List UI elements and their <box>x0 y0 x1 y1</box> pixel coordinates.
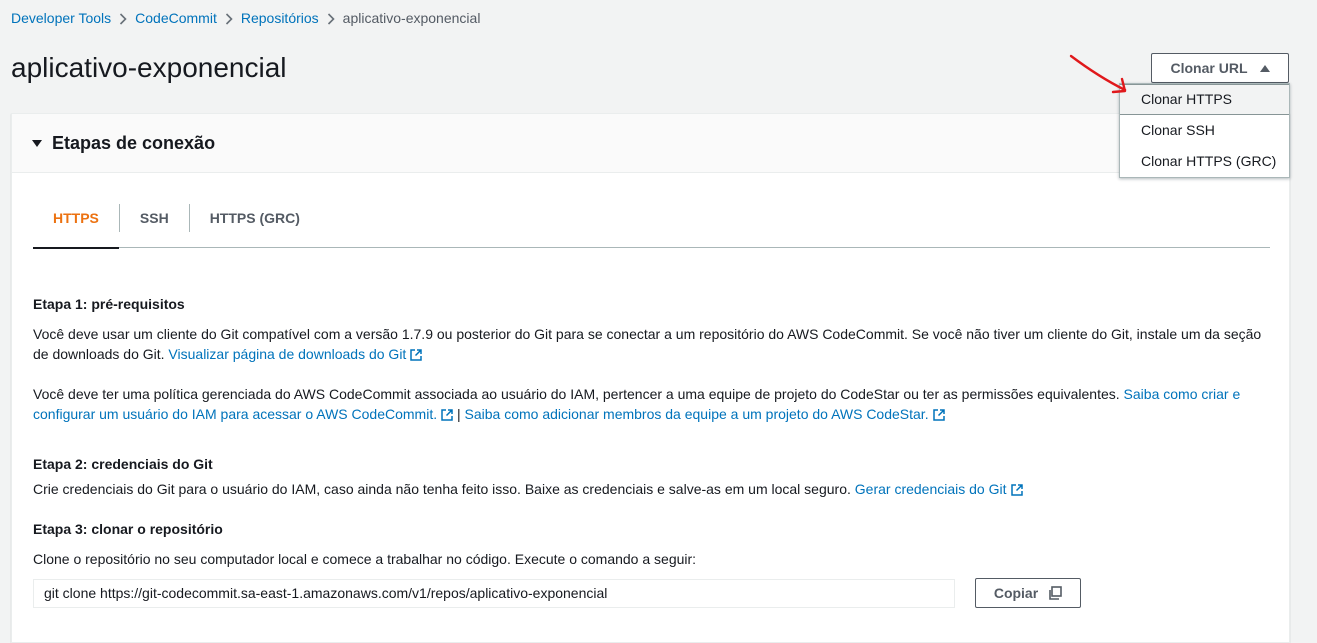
protocol-tabs: HTTPS SSH HTTPS (GRC) <box>33 198 1270 249</box>
caret-up-icon <box>1259 64 1270 72</box>
codestar-members-link-label: Saiba como adicionar membros da equipe a… <box>464 406 929 422</box>
page-title: aplicativo-exponencial <box>11 52 287 83</box>
external-link-icon <box>1010 484 1023 496</box>
copy-button[interactable]: Copiar <box>975 578 1081 608</box>
clone-url-menu: Clonar HTTPS Clonar SSH Clonar HTTPS (GR… <box>1119 83 1290 178</box>
step1-p2-text: Você deve ter uma política gerenciada do… <box>33 386 1120 402</box>
step1-title: Etapa 1: pré-requisitos <box>33 296 185 312</box>
menu-item-clone-https[interactable]: Clonar HTTPS <box>1120 84 1289 115</box>
breadcrumb-developer-tools[interactable]: Developer Tools <box>11 10 111 26</box>
tab-https-grc[interactable]: HTTPS (GRC) <box>190 198 320 248</box>
clone-url-label: Clonar URL <box>1170 60 1248 76</box>
external-link-icon <box>441 409 453 421</box>
step1-paragraph-2: Você deve ter uma política gerenciada do… <box>33 384 1263 424</box>
step3-title: Etapa 3: clonar o repositório <box>33 521 223 537</box>
step2-text: Crie credenciais do Git para o usuário d… <box>33 481 851 497</box>
chevron-right-icon <box>319 10 343 26</box>
git-credentials-link-label: Gerar credenciais do Git <box>854 481 1007 497</box>
step1-paragraph-1: Você deve usar um cliente do Git compatí… <box>33 324 1263 364</box>
tab-ssh[interactable]: SSH <box>120 198 189 248</box>
chevron-right-icon <box>111 10 135 26</box>
breadcrumb-current: aplicativo-exponencial <box>342 10 481 26</box>
breadcrumb: Developer Tools CodeCommit Repositórios … <box>11 10 480 26</box>
panel-header[interactable]: Etapas de conexão <box>12 114 1289 173</box>
link-separator: | <box>456 406 461 422</box>
breadcrumb-codecommit[interactable]: CodeCommit <box>135 10 217 26</box>
panel-title: Etapas de conexão <box>52 132 216 153</box>
connection-steps-panel: Etapas de conexão HTTPS SSH HTTPS (GRC) … <box>11 113 1290 643</box>
step2-paragraph: Crie credenciais do Git para o usuário d… <box>33 479 1263 499</box>
clone-url-button[interactable]: Clonar URL <box>1151 53 1289 83</box>
external-link-icon <box>410 349 423 361</box>
chevron-right-icon <box>217 10 241 26</box>
copy-icon <box>1049 586 1062 600</box>
git-downloads-link[interactable]: Visualizar página de downloads do Git <box>168 346 423 362</box>
tab-https[interactable]: HTTPS <box>33 198 119 249</box>
step3-text: Clone o repositório no seu computador lo… <box>33 551 697 567</box>
codestar-members-link[interactable]: Saiba como adicionar membros da equipe a… <box>465 406 945 422</box>
git-downloads-link-label: Visualizar página de downloads do Git <box>168 346 407 362</box>
caret-down-icon <box>32 139 42 147</box>
external-link-icon <box>932 409 945 421</box>
breadcrumb-repositorios[interactable]: Repositórios <box>241 10 319 26</box>
tab-content: Etapa 1: pré-requisitos Você deve usar u… <box>33 294 1263 569</box>
menu-item-clone-https-grc[interactable]: Clonar HTTPS (GRC) <box>1120 146 1289 177</box>
menu-item-clone-ssh[interactable]: Clonar SSH <box>1120 115 1289 146</box>
clone-command-field[interactable]: git clone https://git-codecommit.sa-east… <box>33 579 955 608</box>
copy-button-label: Copiar <box>993 585 1039 601</box>
git-credentials-link[interactable]: Gerar credenciais do Git <box>855 481 1023 497</box>
step2-title: Etapa 2: credenciais do Git <box>33 456 213 472</box>
